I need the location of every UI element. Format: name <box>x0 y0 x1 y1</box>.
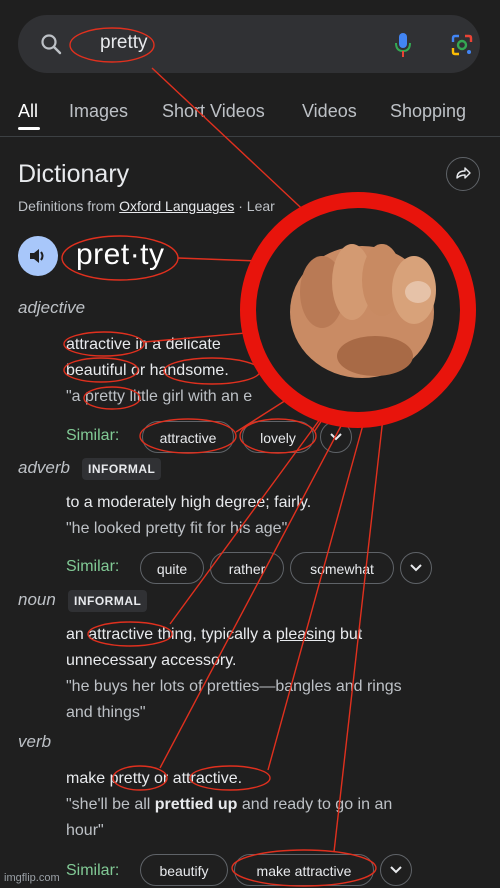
pronunciation-button[interactable] <box>18 236 58 276</box>
chip-quite[interactable]: quite <box>140 552 204 584</box>
source-prefix: Definitions from <box>18 198 116 214</box>
tab-videos[interactable]: Videos <box>302 101 357 122</box>
learn-more-link[interactable]: · Lear <box>238 198 275 214</box>
adverb-more-synonyms-button[interactable] <box>400 552 432 584</box>
adjective-more-synonyms-button[interactable] <box>320 421 352 453</box>
pointer-line <box>177 257 286 263</box>
verb-def: make pretty or attractive. <box>66 770 243 787</box>
dictionary-title: Dictionary <box>18 160 130 188</box>
verb-example-bold: prettied up <box>154 796 238 813</box>
tab-all[interactable]: All <box>18 101 38 122</box>
chip-somewhat[interactable]: somewhat <box>290 552 394 584</box>
verb-definition: make pretty or attractive. "she'll be al… <box>66 766 476 844</box>
adverb-similar-label: Similar: <box>66 558 120 575</box>
adverb-definition: to a moderately high degree; fairly. "he… <box>66 490 476 542</box>
chip-make-attractive[interactable]: make attractive <box>234 854 374 886</box>
chip-rather[interactable]: rather <box>210 552 284 584</box>
informal-badge: INFORMAL <box>68 590 148 612</box>
verb-more-synonyms-button[interactable] <box>380 854 412 886</box>
tab-shopping[interactable]: Shopping <box>390 101 466 122</box>
active-tab-indicator <box>18 127 40 130</box>
pos-adverb: adverb <box>18 458 70 477</box>
noun-example-line1: "he buys her lots of pretties—bangles an… <box>66 678 402 695</box>
verb-example-line2: hour" <box>66 822 104 839</box>
headword: pret·ty <box>76 238 165 271</box>
share-button[interactable] <box>446 157 480 191</box>
divider <box>0 136 500 137</box>
pos-noun: noun <box>18 590 56 609</box>
google-lens-icon[interactable] <box>450 33 474 62</box>
adjective-definition: attractive in a delicate y beautiful or h… <box>66 332 476 410</box>
adjective-example-end: ging grin" <box>292 388 360 405</box>
adjective-example: "a pretty little girl with an e <box>66 388 253 405</box>
pos-verb: verb <box>18 732 52 751</box>
adjective-def-line2: beautiful or handsome. <box>66 362 229 379</box>
noun-def-b: but <box>335 626 363 643</box>
oxford-languages-link[interactable]: Oxford Languages <box>119 198 234 214</box>
verb-similar-label: Similar: <box>66 862 120 879</box>
pos-adjective: adjective <box>18 298 86 317</box>
tab-short-videos[interactable]: Short Videos <box>162 101 265 122</box>
informal-badge: INFORMAL <box>82 458 162 480</box>
adverb-def: to a moderately high degree; fairly. <box>66 494 312 511</box>
chevron-down-icon <box>330 433 342 441</box>
chip-attractive[interactable]: attractive <box>142 421 234 453</box>
chevron-down-icon <box>410 564 422 572</box>
chip-beautify[interactable]: beautify <box>140 854 228 886</box>
chip-lovely[interactable]: lovely <box>242 421 314 453</box>
verb-example-b: and ready to go in an <box>237 796 393 813</box>
search-icon <box>40 33 62 60</box>
imgflip-watermark: imgflip.com <box>4 872 60 884</box>
noun-definition: an attractive thing, typically a pleasin… <box>66 622 476 726</box>
noun-example-line2: and things" <box>66 704 146 721</box>
adverb-example: "he looked pretty fit for his age" <box>66 520 288 537</box>
adjective-def-line1: attractive in a delicate <box>66 336 221 353</box>
chevron-down-icon <box>390 866 402 874</box>
search-tabs: All Images Short Videos Videos Shopping <box>18 101 498 133</box>
adjective-similar-label: Similar: <box>66 427 120 444</box>
verb-example-a: "she'll be all <box>66 796 155 813</box>
adjective-def-line1-end: y <box>430 336 439 353</box>
search-bar[interactable]: pretty <box>18 15 480 73</box>
noun-def-line2: unnecessary accessory. <box>66 652 237 669</box>
definitions-source: Definitions from Oxford Languages · Lear <box>18 198 275 214</box>
noun-def-a: an attractive thing, typically a <box>66 626 276 643</box>
pleasing-link[interactable]: pleasing <box>276 626 336 643</box>
tab-images[interactable]: Images <box>69 101 128 122</box>
search-input[interactable]: pretty <box>100 32 148 54</box>
microphone-icon[interactable] <box>394 32 412 63</box>
